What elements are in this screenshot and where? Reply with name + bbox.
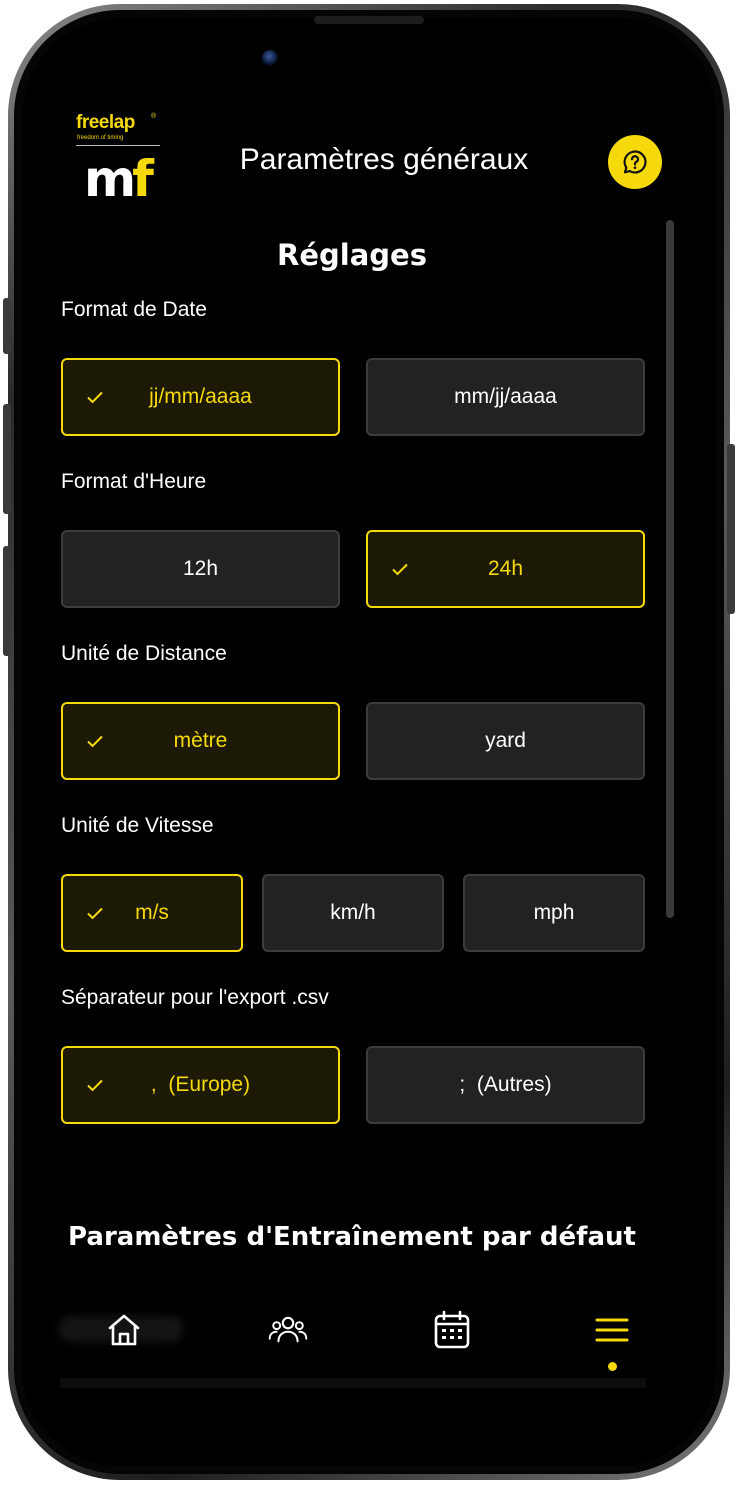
- option-label: , (Europe): [150, 1073, 251, 1096]
- speaker-grille: [314, 16, 424, 24]
- check-icon: [87, 735, 103, 748]
- time-format-label: Format d'Heure: [61, 470, 207, 493]
- check-icon: [87, 391, 103, 404]
- bottom-tab-bar: [40, 1296, 660, 1380]
- check-icon: [87, 907, 103, 920]
- csv-separator-option-comma[interactable]: , (Europe): [61, 1046, 340, 1124]
- option-label: yard: [485, 729, 526, 752]
- logo-tagline: freedom of timing: [77, 135, 124, 141]
- calendar-icon: [434, 1310, 470, 1349]
- help-button[interactable]: [608, 135, 662, 189]
- settings-section-title: Réglages: [277, 238, 427, 272]
- option-label: mètre: [173, 729, 228, 752]
- logo-mark-f: f: [132, 150, 154, 208]
- chat-question-icon: [623, 150, 647, 174]
- users-icon: [268, 1316, 308, 1343]
- csv-separator-option-semicolon[interactable]: ; (Autres): [366, 1046, 645, 1124]
- registered-mark: ®: [151, 113, 157, 120]
- distance-unit-label: Unité de Distance: [61, 642, 227, 665]
- page-title: Paramètres généraux: [239, 143, 529, 176]
- home-icon: [108, 1314, 140, 1346]
- logo-mark: mf: [84, 154, 154, 204]
- option-label: 24h: [487, 557, 524, 580]
- check-icon: [87, 1079, 103, 1092]
- option-label: mph: [533, 901, 575, 924]
- option-label: ; (Autres): [459, 1073, 552, 1096]
- speed-unit-label: Unité de Vitesse: [61, 814, 214, 837]
- volume-up-button: [3, 404, 11, 514]
- bottom-safe-area: [60, 1378, 646, 1388]
- date-format-label: Format de Date: [61, 298, 207, 321]
- logo-wordmark: freelap: [76, 112, 135, 133]
- tab-menu[interactable]: [592, 1310, 632, 1350]
- front-camera: [262, 50, 278, 66]
- logo-mark-m: m: [84, 150, 136, 208]
- option-label: m/s: [135, 901, 169, 924]
- distance-unit-option-yard[interactable]: yard: [366, 702, 645, 780]
- option-label: mm/jj/aaaa: [454, 385, 557, 408]
- active-tab-indicator: [608, 1362, 617, 1371]
- option-label: 12h: [182, 557, 219, 580]
- tab-athletes[interactable]: [268, 1310, 308, 1350]
- time-format-option-24h[interactable]: 24h: [366, 530, 645, 608]
- option-label: jj/mm/aaaa: [149, 385, 252, 408]
- volume-down-button: [3, 546, 11, 656]
- distance-unit-option-metre[interactable]: mètre: [61, 702, 340, 780]
- tab-home[interactable]: [104, 1310, 144, 1350]
- time-format-option-12h[interactable]: 12h: [61, 530, 340, 608]
- speed-unit-option-kmh[interactable]: km/h: [262, 874, 444, 952]
- date-format-option-ddmmyyyy[interactable]: jj/mm/aaaa: [61, 358, 340, 436]
- speed-unit-option-mph[interactable]: mph: [463, 874, 645, 952]
- scrollbar[interactable]: [666, 220, 674, 918]
- logo-divider: [76, 145, 160, 146]
- check-icon: [392, 563, 408, 576]
- tab-calendar[interactable]: [432, 1310, 472, 1350]
- power-button: [727, 444, 735, 614]
- menu-icon: [595, 1318, 629, 1342]
- training-section-title: Paramètres d'Entraînement par défaut: [68, 1222, 636, 1252]
- csv-separator-label: Séparateur pour l'export .csv: [61, 986, 329, 1009]
- date-format-option-mmddyyyy[interactable]: mm/jj/aaaa: [366, 358, 645, 436]
- mute-switch: [3, 298, 11, 354]
- option-label: km/h: [330, 901, 376, 924]
- speed-unit-option-ms[interactable]: m/s: [61, 874, 243, 952]
